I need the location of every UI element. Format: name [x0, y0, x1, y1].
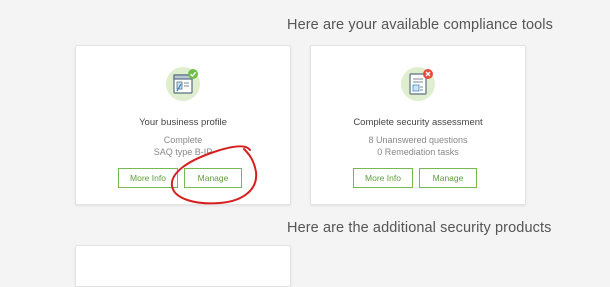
security-assessment-card: Complete security assessment 8 Unanswere…: [310, 45, 526, 205]
business-profile-card: Your business profile Complete SAQ type …: [75, 45, 291, 205]
security-products-heading: Here are the additional security product…: [287, 220, 552, 236]
remediation-tasks-text: 0 Remediation tasks: [377, 147, 459, 157]
business-profile-icon: [165, 66, 201, 102]
more-info-button[interactable]: More Info: [118, 168, 178, 188]
manage-button[interactable]: Manage: [419, 168, 477, 188]
more-info-button[interactable]: More Info: [353, 168, 413, 188]
manage-button[interactable]: Manage: [184, 168, 242, 188]
card-title: Complete security assessment: [353, 117, 483, 128]
saq-type-text: SAQ type B-IP: [153, 147, 213, 157]
status-text: Complete: [163, 135, 203, 145]
security-product-card: [75, 245, 291, 287]
unanswered-questions-text: 8 Unanswered questions: [368, 135, 468, 145]
security-assessment-icon: [400, 66, 436, 102]
compliance-tools-heading: Here are your available compliance tools: [287, 17, 553, 33]
card-title: Your business profile: [139, 117, 227, 128]
